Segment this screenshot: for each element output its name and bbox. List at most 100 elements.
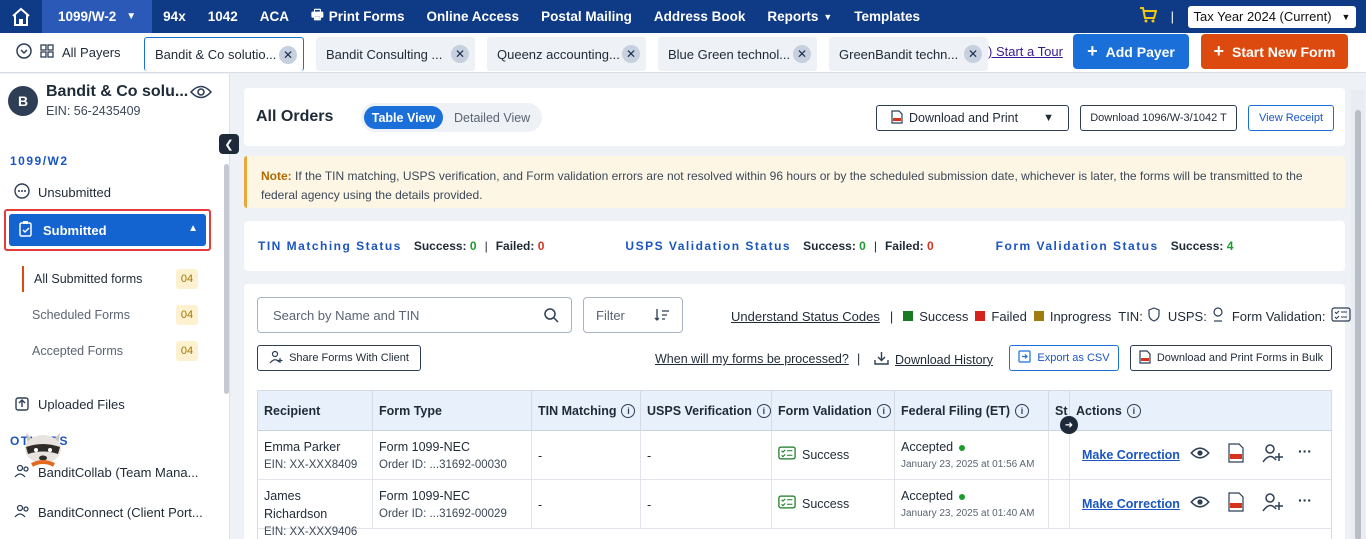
sidebar-item-bandit-connect[interactable]: BanditConnect (Client Port... bbox=[14, 503, 203, 522]
info-icon[interactable]: i bbox=[1015, 404, 1030, 418]
close-icon[interactable]: ✕ bbox=[793, 45, 811, 63]
tab-label: Bandit & Co solutio... bbox=[155, 47, 277, 62]
shield-icon bbox=[1148, 307, 1160, 325]
sidebar-subitem-accepted[interactable]: Accepted Forms 04 bbox=[22, 338, 202, 364]
sidebar-subitem-scheduled[interactable]: Scheduled Forms 04 bbox=[22, 302, 202, 328]
all-payers-button[interactable]: All Payers bbox=[16, 43, 121, 62]
eye-icon[interactable] bbox=[1190, 446, 1210, 465]
count-badge: 04 bbox=[176, 269, 198, 289]
sidebar-item-bandit-collab[interactable]: BanditCollab (Team Mana... bbox=[14, 463, 198, 482]
detailed-view-button[interactable]: Detailed View bbox=[443, 111, 530, 125]
nav-print-forms[interactable]: 🖶 Print Forms bbox=[300, 5, 416, 28]
info-icon[interactable]: i bbox=[621, 404, 636, 418]
col-usps-verification[interactable]: USPS Verification i bbox=[641, 391, 772, 431]
filing-cell: Accepted January 23, 2025 at 01:56 AM bbox=[895, 431, 1049, 480]
filing-cell: Accepted January 23, 2025 at 01:40 AM bbox=[895, 480, 1049, 529]
failed-word: Failed: bbox=[495, 239, 535, 253]
cart-icon[interactable] bbox=[1139, 6, 1157, 27]
eye-icon[interactable] bbox=[189, 84, 213, 103]
form-status-label: Form Validation Status bbox=[995, 239, 1159, 253]
form-type-selector[interactable]: 1099/W-2 ▼ bbox=[42, 0, 153, 33]
order-id: Order ID: ...31692-00030 bbox=[379, 459, 507, 471]
download-history-link[interactable]: Download History bbox=[874, 351, 993, 368]
download-icon bbox=[874, 351, 889, 368]
sidebar-subitem-all-submitted[interactable]: All Submitted forms 04 bbox=[22, 266, 202, 292]
page-title: All Orders bbox=[256, 108, 334, 125]
scrollbar-thumb[interactable] bbox=[1355, 110, 1361, 539]
col-form-validation[interactable]: Form Validation i bbox=[772, 391, 895, 431]
make-correction-link[interactable]: Make Correction bbox=[1082, 495, 1180, 513]
add-user-icon[interactable] bbox=[1262, 492, 1284, 517]
nav-aca[interactable]: ACA bbox=[249, 9, 300, 24]
upload-icon bbox=[14, 395, 30, 414]
download-1096-button[interactable]: Download 1096/W-3/1042 T bbox=[1080, 105, 1237, 131]
legend-tin: TIN: bbox=[1118, 308, 1143, 324]
share-forms-button[interactable]: Share Forms With Client bbox=[257, 345, 421, 371]
filter-button[interactable]: Filter bbox=[583, 297, 683, 333]
info-icon[interactable]: i bbox=[876, 404, 891, 418]
clipboard-check-icon bbox=[17, 220, 35, 241]
nav-94x[interactable]: 94x bbox=[152, 9, 197, 24]
tab-payer-4[interactable]: Blue Green technol... ✕ bbox=[658, 37, 817, 71]
add-payer-button[interactable]: + Add Payer bbox=[1073, 34, 1189, 69]
legend-success: Success bbox=[919, 308, 969, 324]
close-icon[interactable]: ✕ bbox=[964, 45, 982, 63]
collapse-sidebar-icon[interactable]: ❮ bbox=[219, 134, 239, 154]
checklist-icon bbox=[1330, 307, 1351, 325]
sidebar-scrollbar[interactable] bbox=[224, 164, 229, 394]
note-banner: Note: If the TIN matching, USPS verifica… bbox=[244, 156, 1345, 208]
nav-address-book[interactable]: Address Book bbox=[643, 9, 757, 24]
tab-payer-2[interactable]: Bandit Consulting ... ✕ bbox=[316, 37, 475, 71]
understand-status-codes-link[interactable]: Understand Status Codes bbox=[731, 309, 880, 324]
divider: | bbox=[857, 352, 861, 366]
legend-form-validation: Form Validation: bbox=[1231, 308, 1326, 324]
more-icon[interactable]: ··· bbox=[1298, 491, 1312, 509]
location-pin-icon bbox=[1212, 307, 1224, 325]
eye-icon[interactable] bbox=[1190, 495, 1210, 514]
sidebar-section-title: 1099/W2 bbox=[10, 154, 69, 168]
tab-payer-5[interactable]: GreenBandit techn... ✕ bbox=[829, 37, 988, 71]
col-recipient[interactable]: Recipient bbox=[258, 391, 373, 431]
export-csv-button[interactable]: Export as CSV bbox=[1009, 345, 1119, 371]
nav-templates[interactable]: Templates bbox=[843, 9, 931, 24]
when-processed-link[interactable]: When will my forms be processed? bbox=[655, 352, 849, 366]
more-icon[interactable]: ··· bbox=[1298, 442, 1312, 460]
nav-postal-mailing[interactable]: Postal Mailing bbox=[530, 9, 643, 24]
tax-year-select[interactable]: Tax Year 2024 (Current) ▼ bbox=[1188, 5, 1356, 28]
start-new-form-button[interactable]: + Start New Form bbox=[1201, 34, 1348, 69]
info-icon[interactable]: i bbox=[756, 404, 771, 418]
close-icon[interactable]: ✕ bbox=[451, 45, 469, 63]
start-tour-link[interactable]: ) Start a Tour bbox=[988, 44, 1063, 59]
close-icon[interactable]: ✕ bbox=[279, 46, 297, 64]
home-icon[interactable] bbox=[0, 0, 42, 33]
col-tin-matching[interactable]: TIN Matching i bbox=[532, 391, 641, 431]
scroll-right-icon[interactable]: ➜ bbox=[1060, 416, 1078, 434]
tab-payer-1[interactable]: Bandit & Co solutio... ✕ bbox=[144, 37, 304, 71]
subitem-label: Scheduled Forms bbox=[32, 308, 130, 322]
table-header: Recipient Form Type TIN Matching i USPS V… bbox=[258, 391, 1331, 431]
pdf-icon[interactable] bbox=[1228, 443, 1244, 468]
sidebar-item-uploaded-files[interactable]: Uploaded Files bbox=[14, 395, 125, 414]
table-view-button[interactable]: Table View bbox=[364, 106, 443, 129]
nav-reports[interactable]: Reports ▼ bbox=[756, 9, 843, 24]
payer-tab-bar: All Payers Bandit & Co solutio... ✕ Bandi… bbox=[0, 33, 1366, 73]
add-user-icon[interactable] bbox=[1262, 443, 1284, 468]
nav-1042[interactable]: 1042 bbox=[197, 9, 249, 24]
download-print-dropdown[interactable]: Download and Print ▼ bbox=[876, 105, 1069, 131]
download-bulk-button[interactable]: Download and Print Forms in Bulk bbox=[1130, 345, 1332, 371]
col-form-type[interactable]: Form Type bbox=[373, 391, 532, 431]
pdf-icon[interactable] bbox=[1228, 492, 1244, 517]
sidebar-item-unsubmitted[interactable]: Unsubmitted bbox=[14, 183, 111, 202]
usps-success-count: 0 bbox=[859, 239, 866, 253]
col-federal-filing[interactable]: Federal Filing (ET) i bbox=[895, 391, 1049, 431]
close-icon[interactable]: ✕ bbox=[622, 45, 640, 63]
view-receipt-button[interactable]: View Receipt bbox=[1248, 105, 1334, 131]
sidebar: B Bandit & Co solu... EIN: 56-2435409 ❮ … bbox=[0, 74, 239, 539]
tab-payer-3[interactable]: Queenz accounting... ✕ bbox=[487, 37, 646, 71]
nav-online-access[interactable]: Online Access bbox=[416, 9, 531, 24]
sidebar-item-submitted[interactable]: Submitted ▲ bbox=[4, 209, 211, 251]
page-scrollbar[interactable] bbox=[1351, 90, 1365, 539]
search-input[interactable]: Search by Name and TIN bbox=[257, 297, 572, 333]
make-correction-link[interactable]: Make Correction bbox=[1082, 446, 1180, 464]
info-icon[interactable]: i bbox=[1126, 404, 1141, 418]
